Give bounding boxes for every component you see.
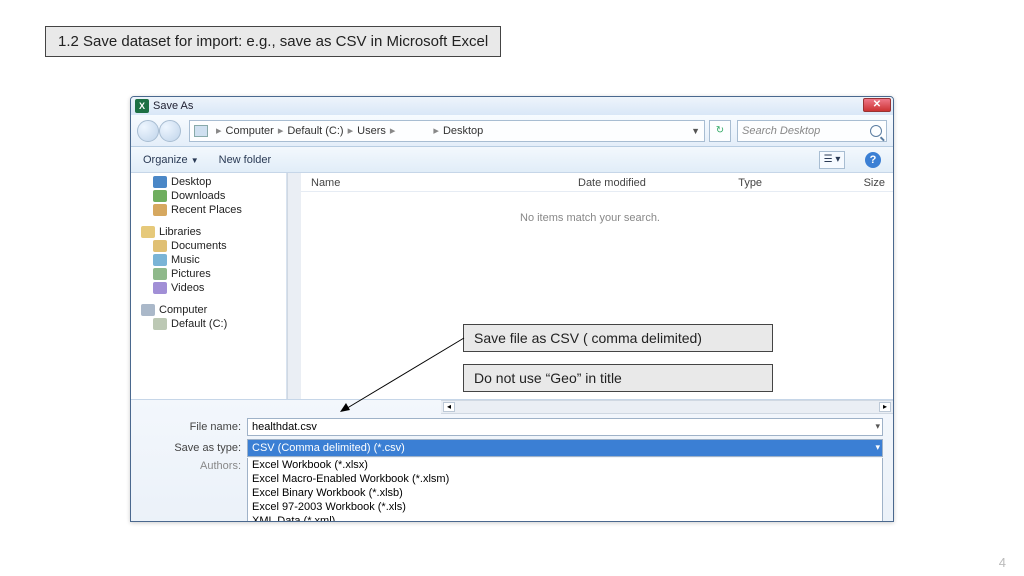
search-input[interactable]: Search Desktop xyxy=(737,120,887,142)
tree-recent[interactable]: Recent Places xyxy=(135,203,282,217)
callout-geo: Do not use “Geo” in title xyxy=(463,364,773,392)
address-bar: ▸ Computer ▸ Default (C:) ▸ Users ▸ ▸ De… xyxy=(131,115,893,147)
tree-videos[interactable]: Videos xyxy=(135,281,282,295)
authors-label: Authors: xyxy=(141,460,241,472)
scroll-right-icon[interactable]: ▸ xyxy=(879,402,891,412)
tree-libraries[interactable]: Libraries xyxy=(135,225,282,239)
save-as-type-select[interactable]: CSV (Comma delimited) (*.csv) ▾ xyxy=(247,439,883,457)
desktop-icon xyxy=(153,176,167,188)
titlebar: X Save As ✕ xyxy=(131,97,893,115)
breadcrumb[interactable]: ▸ Computer ▸ Default (C:) ▸ Users ▸ ▸ De… xyxy=(189,120,705,142)
organize-menu[interactable]: Organize ▼ xyxy=(143,154,199,166)
tree-scrollbar[interactable] xyxy=(287,173,301,399)
page-number: 4 xyxy=(999,555,1006,570)
back-button[interactable] xyxy=(137,120,159,142)
bottom-panel: ◂ ▸ File name: healthdat.csv ▾ Save as t… xyxy=(131,399,893,522)
horizontal-scrollbar[interactable]: ◂ ▸ xyxy=(441,400,893,414)
tree-pictures[interactable]: Pictures xyxy=(135,267,282,281)
tree-desktop[interactable]: Desktop xyxy=(135,175,282,189)
drive-icon xyxy=(153,318,167,330)
music-icon xyxy=(153,254,167,266)
computer-icon xyxy=(194,125,208,137)
empty-message: No items match your search. xyxy=(287,212,893,224)
search-placeholder: Search Desktop xyxy=(742,125,820,137)
breadcrumb-users[interactable]: Users xyxy=(357,125,386,137)
forward-button[interactable] xyxy=(159,120,181,142)
column-date[interactable]: Date modified xyxy=(578,177,738,189)
close-button[interactable]: ✕ xyxy=(863,98,891,112)
toolbar: Organize ▼ New folder ☰ ▾ ? xyxy=(131,147,893,173)
tree-computer[interactable]: Computer xyxy=(135,303,282,317)
tree-documents[interactable]: Documents xyxy=(135,239,282,253)
chevron-down-icon[interactable]: ▾ xyxy=(875,421,880,432)
save-as-window: X Save As ✕ ▸ Computer ▸ Default (C:) ▸ … xyxy=(130,96,894,522)
excel-icon: X xyxy=(135,99,149,113)
save-as-type-label: Save as type: xyxy=(141,442,241,454)
tree-drive[interactable]: Default (C:) xyxy=(135,317,282,331)
slide-title: 1.2 Save dataset for import: e.g., save … xyxy=(45,26,501,57)
option-xml[interactable]: XML Data (*.xml) xyxy=(248,514,882,522)
column-size[interactable]: Size xyxy=(845,177,885,189)
option-xlsb[interactable]: Excel Binary Workbook (*.xlsb) xyxy=(248,486,882,500)
breadcrumb-desktop[interactable]: Desktop xyxy=(443,125,483,137)
tree-downloads[interactable]: Downloads xyxy=(135,189,282,203)
videos-icon xyxy=(153,282,167,294)
callout-csv: Save file as CSV ( comma delimited) xyxy=(463,324,773,352)
option-xlsx[interactable]: Excel Workbook (*.xlsx) xyxy=(248,458,882,472)
folder-tree[interactable]: Desktop Downloads Recent Places Librarie… xyxy=(131,173,287,399)
search-icon xyxy=(870,125,882,137)
pictures-icon xyxy=(153,268,167,280)
refresh-button[interactable]: ↻ xyxy=(709,120,731,142)
file-name-label: File name: xyxy=(141,421,241,433)
libraries-icon xyxy=(141,226,155,238)
downloads-icon xyxy=(153,190,167,202)
scroll-left-icon[interactable]: ◂ xyxy=(443,402,455,412)
column-type[interactable]: Type xyxy=(738,177,845,189)
recent-icon xyxy=(153,204,167,216)
documents-icon xyxy=(153,240,167,252)
breadcrumb-drive[interactable]: Default (C:) xyxy=(287,125,343,137)
column-headers[interactable]: Name Date modified Type Size xyxy=(287,173,893,192)
option-xlsm[interactable]: Excel Macro-Enabled Workbook (*.xlsm) xyxy=(248,472,882,486)
option-xls[interactable]: Excel 97-2003 Workbook (*.xls) xyxy=(248,500,882,514)
window-title: Save As xyxy=(153,100,193,112)
chevron-down-icon[interactable]: ▾ xyxy=(875,442,880,453)
breadcrumb-computer[interactable]: Computer xyxy=(226,125,274,137)
file-name-input[interactable]: healthdat.csv ▾ xyxy=(247,418,883,436)
computer-tree-icon xyxy=(141,304,155,316)
help-button[interactable]: ? xyxy=(865,152,881,168)
view-menu[interactable]: ☰ ▾ xyxy=(819,151,845,169)
new-folder-button[interactable]: New folder xyxy=(219,154,272,166)
column-name[interactable]: Name xyxy=(311,177,578,189)
tree-music[interactable]: Music xyxy=(135,253,282,267)
save-as-type-dropdown[interactable]: Excel Workbook (*.xlsx) Excel Macro-Enab… xyxy=(247,458,883,522)
